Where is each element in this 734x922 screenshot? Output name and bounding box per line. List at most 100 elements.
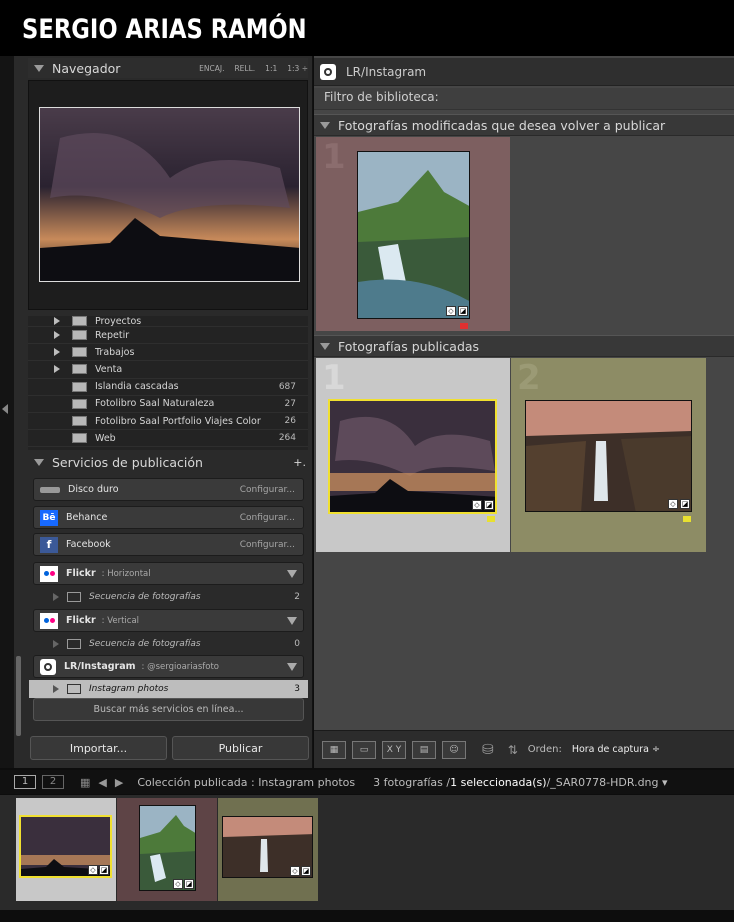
collection-label: Secuencia de fotografías — [89, 592, 201, 602]
thumb-waterfall-canyon[interactable]: ◇ ◪ — [525, 400, 692, 512]
spray-can-icon[interactable]: ⛁ — [482, 742, 494, 758]
grid-cell-modified[interactable]: 1 ◇ ◪ — [316, 137, 510, 331]
collection-venta[interactable]: Venta — [28, 361, 308, 379]
service-name: Facebook — [66, 539, 111, 550]
navigator-photo — [39, 107, 300, 282]
collapse-icon[interactable] — [287, 662, 297, 671]
service-facebook[interactable]: f Facebook Configurar... — [33, 533, 304, 556]
filmstrip-cell-3[interactable]: ◇ ◪ — [218, 798, 318, 901]
collection-icon — [72, 398, 87, 409]
collapse-icon[interactable] — [287, 569, 297, 578]
collapse-left-icon[interactable] — [2, 404, 8, 414]
add-service-icon[interactable]: +. — [293, 456, 306, 469]
expand-icon[interactable] — [54, 331, 60, 340]
nav-opt-1to3[interactable]: 1:3 ÷ — [287, 64, 308, 73]
service-disco-duro[interactable]: Disco duro Configurar... — [33, 478, 304, 501]
filmstrip-status-bar: 1 2 ▦ ◀ ▶ Colección publicada : Instagra… — [0, 770, 734, 794]
collection-proyectos[interactable]: Proyectos — [28, 316, 308, 327]
behance-icon: Bē — [40, 509, 58, 526]
film-thumb-clouds: ◇ ◪ — [19, 815, 112, 878]
collection-label: Secuencia de fotografías — [89, 639, 201, 649]
nav-opt-fill[interactable]: RELL. — [234, 64, 255, 73]
collection-fotolibro-portfolio[interactable]: Fotolibro Saal Portfolio Viajes Color 26 — [28, 413, 308, 431]
develop-badge-icon: ◪ — [301, 866, 311, 876]
publish-services-title: Servicios de publicación — [52, 454, 203, 470]
thumb-kirkjufell[interactable]: ◇ ◪ — [357, 151, 470, 319]
red-label — [460, 323, 468, 329]
grid-cell-published-1[interactable]: 1 ◇ ◪ — [316, 358, 510, 552]
service-flickr-vertical[interactable]: Flickr : Vertical — [33, 609, 304, 632]
sort-select[interactable]: Hora de captura ÷ — [572, 744, 660, 755]
collection-label: Venta — [95, 363, 123, 375]
service-name: LR/Instagram — [64, 661, 136, 672]
sort-direction-icon[interactable]: ⇅ — [508, 743, 518, 757]
filmstrip-cell-1[interactable]: ◇ ◪ — [16, 798, 116, 901]
collection-web[interactable]: Web 264 — [28, 430, 308, 448]
expand-icon[interactable] — [54, 348, 60, 357]
published-section-header[interactable]: Fotografías publicadas — [314, 335, 734, 357]
grid-view-icon[interactable]: ▦ — [322, 740, 346, 759]
loupe-view-icon[interactable]: ▭ — [352, 740, 376, 759]
expand-icon[interactable] — [54, 365, 60, 374]
keyword-badge-icon: ◇ — [88, 865, 98, 875]
nav-opt-1to1[interactable]: 1:1 — [265, 64, 277, 73]
navigator-header[interactable]: Navegador ENCAJ. RELL. 1:1 1:3 ÷ — [28, 58, 308, 78]
collection-label: Islandia cascadas — [95, 381, 179, 393]
collection-label: Instagram photos — [89, 684, 169, 694]
collection-set-icon — [72, 347, 87, 358]
service-account: : Horizontal — [101, 568, 151, 579]
grid-cell-published-2[interactable]: 2 ◇ ◪ — [511, 358, 706, 552]
configure-button[interactable]: Configurar... — [240, 540, 295, 550]
filename-dropdown[interactable]: /_SAR0778-HDR.dng ▾ — [547, 776, 668, 789]
import-button[interactable]: Importar... — [30, 736, 167, 760]
instagram-icon — [320, 63, 336, 80]
find-more-services-button[interactable]: Buscar más servicios en línea... — [33, 698, 304, 721]
navigator-preview[interactable] — [28, 80, 308, 310]
flickr-horizontal-collection[interactable]: Secuencia de fotografías 2 — [33, 588, 304, 606]
flickr-vertical-collection[interactable]: Secuencia de fotografías 0 — [33, 635, 304, 653]
collapse-icon[interactable] — [287, 616, 297, 625]
nav-opt-fit[interactable]: ENCAJ. — [199, 64, 224, 73]
service-behance[interactable]: Bē Behance Configurar... — [33, 506, 304, 529]
thumb-clouds-selected[interactable]: ◇ ◪ — [328, 399, 497, 514]
configure-button[interactable]: Configurar... — [240, 513, 295, 523]
service-name: Flickr — [66, 568, 96, 579]
forward-arrow-icon[interactable]: ▶ — [115, 776, 123, 789]
people-view-icon[interactable]: ☺ — [442, 740, 466, 759]
publish-button[interactable]: Publicar — [172, 736, 309, 760]
modified-section-header[interactable]: Fotografías modificadas que desea volver… — [314, 114, 734, 136]
collection-fotolibro-naturaleza[interactable]: Fotolibro Saal Naturaleza 27 — [28, 396, 308, 413]
collection-repetir[interactable]: Repetir — [28, 327, 308, 345]
collection-set-icon — [72, 364, 87, 375]
compare-view-icon[interactable]: X Y — [382, 740, 406, 759]
keyword-badge-icon: ◇ — [446, 306, 456, 316]
service-lr-instagram[interactable]: LR/Instagram : @sergioariasfoto — [33, 655, 304, 678]
survey-view-icon[interactable]: ▤ — [412, 740, 436, 759]
publish-services-header[interactable]: Servicios de publicación +. — [28, 452, 308, 472]
window-2-button[interactable]: 2 — [42, 775, 64, 789]
source-collection[interactable]: Colección publicada : Instagram photos — [137, 776, 355, 789]
grid-icon[interactable]: ▦ — [80, 776, 90, 789]
library-filter-bar[interactable]: Filtro de biblioteca: — [314, 88, 734, 110]
configure-button[interactable]: Configurar... — [240, 485, 295, 495]
collection-set-icon — [72, 316, 87, 326]
left-scrollbar[interactable] — [16, 656, 21, 736]
flickr-icon — [40, 612, 58, 629]
sort-label: Orden: — [527, 744, 562, 755]
collection-trabajos[interactable]: Trabajos — [28, 344, 308, 362]
collapse-triangle-icon — [34, 458, 44, 466]
window-1-button[interactable]: 1 — [14, 775, 36, 789]
expand-icon[interactable] — [54, 317, 60, 325]
collection-islandia[interactable]: Islandia cascadas 687 — [28, 379, 308, 396]
instagram-photos-collection[interactable]: Instagram photos 3 — [29, 680, 308, 698]
film-thumb-kirkjufell: ◇ ◪ — [139, 805, 196, 891]
flickr-icon — [40, 565, 58, 582]
collections-list: Proyectos Repetir Trabajos Venta Islandi… — [28, 316, 308, 450]
back-arrow-icon[interactable]: ◀ — [98, 776, 106, 789]
develop-badge-icon: ◪ — [99, 865, 109, 875]
grid-title-bar: LR/Instagram — [314, 58, 734, 86]
filmstrip-cell-2[interactable]: ◇ ◪ — [117, 798, 217, 901]
develop-badge-icon: ◪ — [184, 879, 194, 889]
service-flickr-horizontal[interactable]: Flickr : Horizontal — [33, 562, 304, 585]
collection-label: Fotolibro Saal Portfolio Viajes Color — [95, 415, 261, 427]
